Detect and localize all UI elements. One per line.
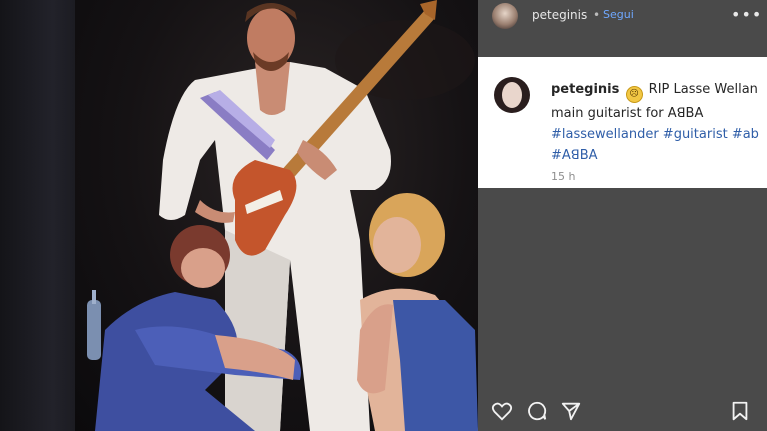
post-header: peteginis • Segui ••• bbox=[478, 0, 767, 34]
header-separator: • bbox=[593, 8, 601, 22]
post-timestamp: 15 h bbox=[551, 170, 576, 183]
caption-username[interactable]: peteginis bbox=[551, 82, 619, 97]
header-username[interactable]: peteginis bbox=[532, 8, 587, 22]
caption-text: peteginis ☹ RIP Lasse Wellan main guitar… bbox=[551, 79, 767, 166]
sad-face-emoji-icon: ☹ bbox=[625, 86, 643, 103]
caption-line-2: main guitarist for AꓭBA bbox=[551, 106, 704, 121]
post-photo bbox=[75, 0, 478, 431]
caption-card: peteginis ☹ RIP Lasse Wellan main guitar… bbox=[478, 57, 767, 188]
caption-hashtags-2[interactable]: #AꓭBA bbox=[551, 148, 598, 163]
post-side-panel: peteginis • Segui ••• peteginis ☹ RIP La… bbox=[478, 0, 767, 431]
left-background bbox=[0, 0, 75, 431]
share-icon[interactable] bbox=[560, 400, 582, 422]
concert-photo-illustration bbox=[87, 0, 478, 431]
bookmark-icon[interactable] bbox=[729, 400, 751, 422]
caption-line-1: RIP Lasse Wellan bbox=[648, 82, 758, 97]
comment-icon[interactable] bbox=[526, 400, 548, 422]
heart-icon[interactable] bbox=[491, 400, 513, 422]
header-divider bbox=[478, 34, 767, 56]
avatar-face bbox=[502, 82, 522, 108]
follow-button[interactable]: Segui bbox=[603, 8, 634, 21]
more-options-button[interactable]: ••• bbox=[731, 5, 762, 24]
avatar[interactable] bbox=[492, 3, 518, 29]
post-actions bbox=[478, 392, 767, 431]
caption-hashtags-1[interactable]: #lassewellander #guitarist #ab bbox=[551, 127, 759, 142]
caption-avatar[interactable] bbox=[494, 77, 530, 113]
